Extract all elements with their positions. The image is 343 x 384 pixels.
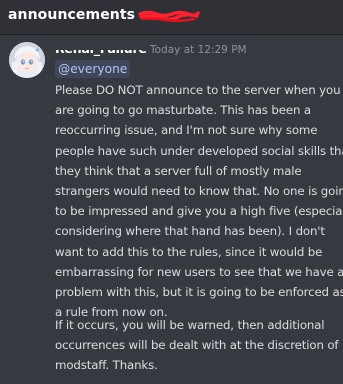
anime-avatar-icon (9, 42, 45, 78)
message-line: to be impressed and give you a high five… (55, 204, 343, 219)
author-redaction (54, 41, 149, 50)
message-line: modstaff. Thanks. (55, 358, 158, 373)
message-line: strangers would need to know that. No on… (55, 184, 343, 199)
message-line: reoccurring issue, and I'm not sure why … (55, 123, 318, 138)
message-paragraph-2: If it occurs, you will be warned, then a… (55, 315, 340, 376)
user-avatar[interactable] (9, 42, 45, 78)
message-line: Please DO NOT announce to the server whe… (55, 83, 341, 97)
channel-name[interactable]: announcements (8, 7, 135, 23)
message-line: embarrassing for new users to see that w… (55, 264, 343, 279)
channel-header: announcements (0, 0, 343, 35)
message-paragraph-1: Please DO NOT announce to the server whe… (55, 80, 343, 322)
message-line: problem with this, but it is going to be… (55, 285, 343, 300)
everyone-mention[interactable]: @everyone (55, 60, 131, 78)
message-line: occurrences will be dealt with at the di… (55, 338, 339, 353)
message-timestamp: Today at 12:29 PM (150, 44, 247, 56)
redaction-scribble (138, 10, 200, 22)
message-line: considering where that hand has been). I… (55, 224, 325, 239)
message-line: they think that a server full of mostly … (55, 163, 302, 178)
message-line: people have such under developed social … (55, 143, 343, 158)
message-line: If it occurs, you will be warned, then a… (55, 318, 325, 332)
message-line: are going to go masturbate. This has bee… (55, 103, 311, 118)
message-line: want to add this to the rules, since it … (55, 244, 323, 259)
